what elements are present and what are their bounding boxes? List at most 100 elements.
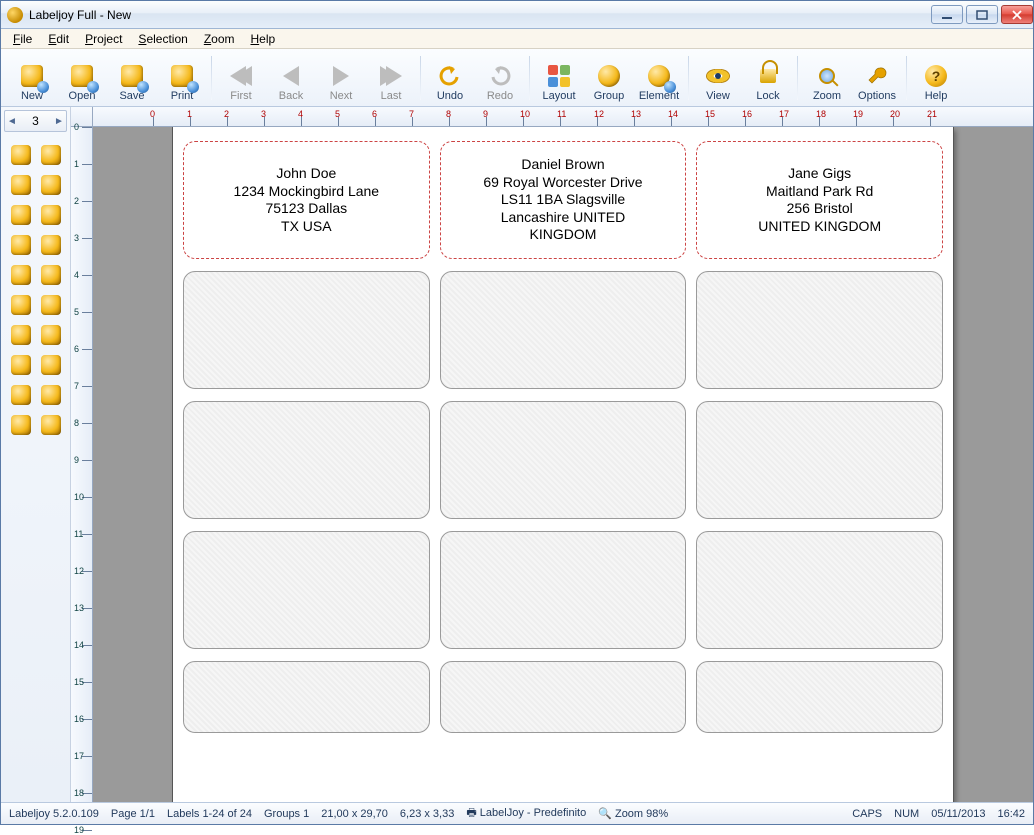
resize-icon: [41, 385, 61, 405]
label-cell[interactable]: [183, 531, 430, 649]
element-button[interactable]: Element: [634, 53, 684, 103]
crossout-icon: [41, 325, 61, 345]
save-button[interactable]: Save: [107, 53, 157, 103]
shape-icon: [41, 205, 61, 225]
layout-button[interactable]: Layout: [534, 53, 584, 103]
export-icon: [41, 295, 61, 315]
windows-tool[interactable]: [9, 233, 33, 257]
label-cell[interactable]: [696, 401, 943, 519]
textbox-icon: [11, 205, 31, 225]
view-button[interactable]: View: [693, 53, 743, 103]
label-cell[interactable]: Jane GigsMaitland Park Rd256 BristolUNIT…: [696, 141, 943, 259]
lock-button[interactable]: Lock: [743, 53, 793, 103]
toolbar-separator: [797, 56, 798, 100]
align-icon: [11, 325, 31, 345]
pointer-tool[interactable]: [9, 143, 33, 167]
datapanel-icon: [11, 265, 31, 285]
back-label: Back: [279, 90, 303, 102]
label-cell[interactable]: [696, 661, 943, 733]
element-icon: [645, 62, 673, 90]
menu-file[interactable]: File: [5, 30, 40, 48]
key-tool[interactable]: [9, 293, 33, 317]
label-cell[interactable]: [183, 661, 430, 733]
help-icon: ?: [922, 62, 950, 90]
undo-button[interactable]: Undo: [425, 53, 475, 103]
menu-edit[interactable]: Edit: [40, 30, 77, 48]
windows-icon: [11, 235, 31, 255]
page-number: 3: [19, 114, 52, 128]
label-cell[interactable]: [696, 531, 943, 649]
align-tool[interactable]: [9, 323, 33, 347]
lock-icon: [754, 62, 782, 90]
label-cell[interactable]: [183, 271, 430, 389]
text-tool[interactable]: [9, 173, 33, 197]
status-date: 05/11/2013: [931, 808, 985, 820]
status-profile: 🖶 LabelJoy - Predefinito: [466, 804, 586, 823]
page-next-icon[interactable]: ►: [52, 116, 66, 127]
toolbar-separator: [688, 56, 689, 100]
folders-tool[interactable]: [39, 353, 63, 377]
barcode-tool[interactable]: [39, 143, 63, 167]
flag-tool[interactable]: [9, 383, 33, 407]
label-text: John Doe1234 Mockingbird Lane75123 Dalla…: [234, 165, 380, 235]
status-groups: Groups 1: [264, 808, 309, 820]
view-icon: [704, 62, 732, 90]
label-cell[interactable]: [440, 401, 687, 519]
group-button[interactable]: Group: [584, 53, 634, 103]
new-button[interactable]: New: [7, 53, 57, 103]
group-label: Group: [594, 90, 625, 102]
datasearch-icon: [41, 265, 61, 285]
canvas-viewport[interactable]: John Doe1234 Mockingbird Lane75123 Dalla…: [93, 127, 1033, 802]
minimize-button[interactable]: [931, 5, 963, 24]
app-icon: [7, 7, 23, 23]
resize-tool[interactable]: [39, 383, 63, 407]
close-button[interactable]: [1001, 5, 1033, 24]
statusbar: Labeljoy 5.2.0.109 Page 1/1 Labels 1-24 …: [1, 802, 1033, 824]
print-button[interactable]: Print: [157, 53, 207, 103]
label-text: Daniel Brown69 Royal Worcester DriveLS11…: [483, 156, 642, 244]
first-icon: [227, 62, 255, 90]
export-tool[interactable]: [39, 293, 63, 317]
label-cell[interactable]: [440, 661, 687, 733]
database-icon: [41, 235, 61, 255]
zoom-button[interactable]: Zoom: [802, 53, 852, 103]
gear-tool[interactable]: [9, 413, 33, 437]
help-button[interactable]: ?Help: [911, 53, 961, 103]
open-button[interactable]: Open: [57, 53, 107, 103]
titlebar: Labeljoy Full - New: [1, 1, 1033, 29]
maximize-button[interactable]: [966, 5, 998, 24]
crossout-tool[interactable]: [39, 323, 63, 347]
status-size1: 21,00 x 29,70: [321, 808, 388, 820]
layout-label: Layout: [542, 90, 575, 102]
tool-palette: [1, 135, 70, 445]
status-version: Labeljoy 5.2.0.109: [9, 808, 99, 820]
shape-tool[interactable]: [39, 203, 63, 227]
options-button[interactable]: Options: [852, 53, 902, 103]
image-tool[interactable]: [39, 173, 63, 197]
label-cell[interactable]: [440, 271, 687, 389]
label-cell[interactable]: [440, 531, 687, 649]
label-cell[interactable]: Daniel Brown69 Royal Worcester DriveLS11…: [440, 141, 687, 259]
page-selector[interactable]: ◄ 3 ►: [4, 110, 67, 132]
menu-help[interactable]: Help: [243, 30, 284, 48]
group-icon: [595, 62, 623, 90]
last-label: Last: [381, 90, 402, 102]
textbox-tool[interactable]: [9, 203, 33, 227]
datapanel-tool[interactable]: [9, 263, 33, 287]
label-cell[interactable]: [696, 271, 943, 389]
tune-tool[interactable]: [39, 413, 63, 437]
help-label: Help: [925, 90, 948, 102]
label-cell[interactable]: John Doe1234 Mockingbird Lane75123 Dalla…: [183, 141, 430, 259]
folders-icon: [41, 355, 61, 375]
database-tool[interactable]: [39, 233, 63, 257]
redo-label: Redo: [487, 90, 513, 102]
datasearch-tool[interactable]: [39, 263, 63, 287]
menu-zoom[interactable]: Zoom: [196, 30, 243, 48]
folder-tool[interactable]: [9, 353, 33, 377]
left-tool-strip: ◄ 3 ►: [1, 107, 71, 802]
status-num: NUM: [894, 808, 919, 820]
page-prev-icon[interactable]: ◄: [5, 116, 19, 127]
menu-selection[interactable]: Selection: [130, 30, 195, 48]
label-cell[interactable]: [183, 401, 430, 519]
menu-project[interactable]: Project: [77, 30, 130, 48]
